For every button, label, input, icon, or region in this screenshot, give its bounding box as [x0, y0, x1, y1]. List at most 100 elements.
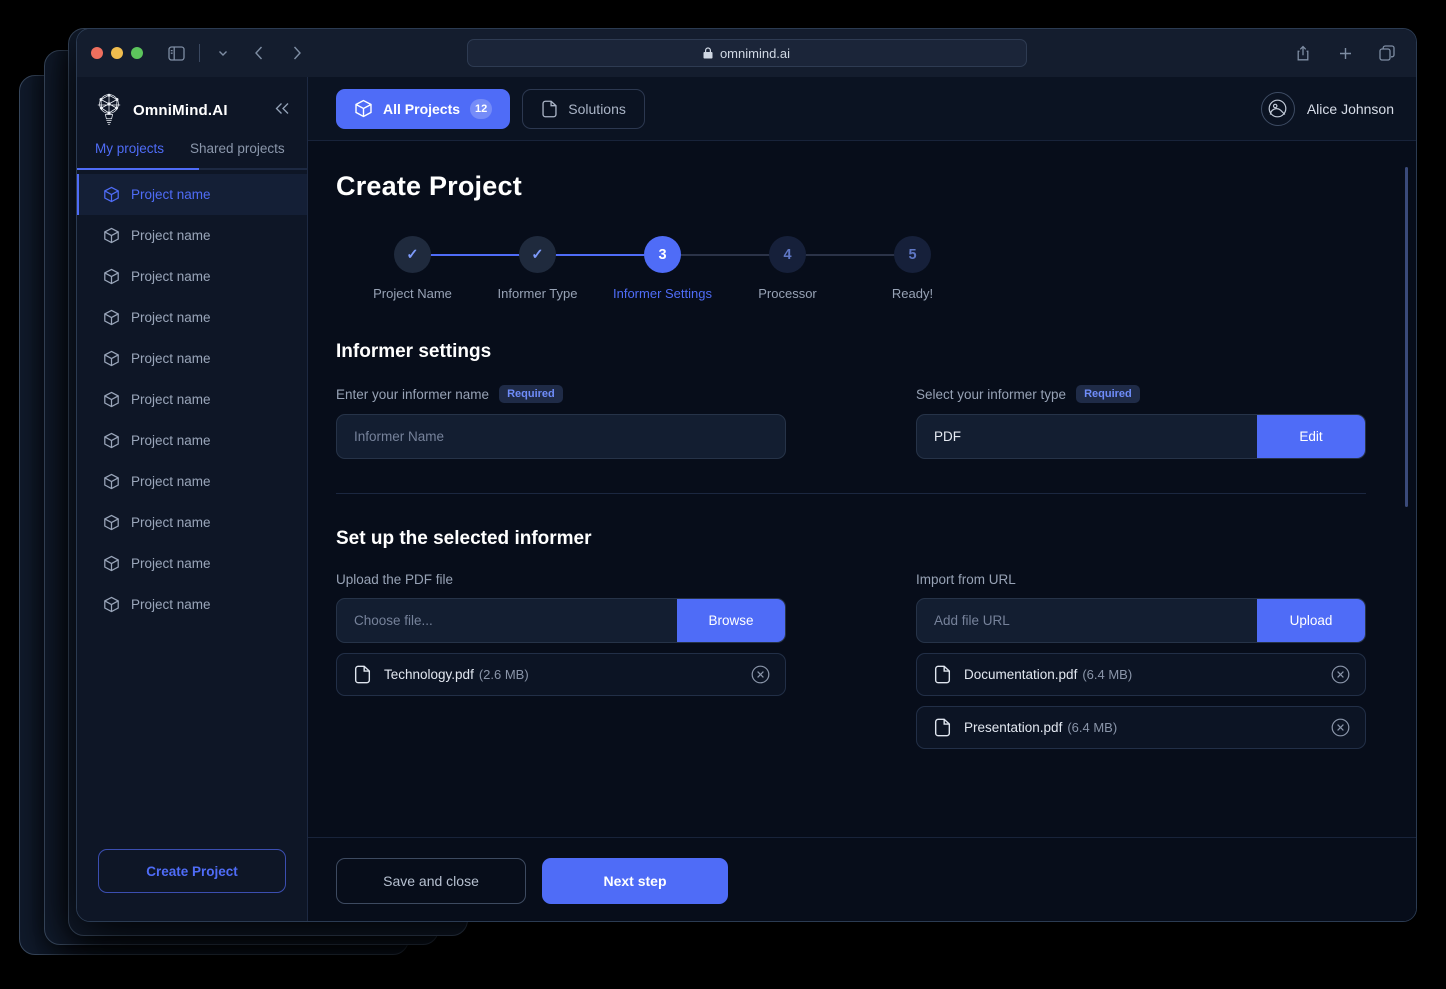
save-and-close-button[interactable]: Save and close	[336, 857, 526, 904]
tab-overview-icon[interactable]	[1376, 42, 1398, 64]
list-item[interactable]: Project name	[77, 256, 307, 297]
step-label: Ready!	[891, 286, 934, 301]
traffic-light-minimize[interactable]	[111, 47, 123, 59]
cube-icon	[354, 99, 373, 118]
sidebar-tab-shared-projects[interactable]: Shared projects	[190, 141, 285, 168]
file-name: Presentation.pdf	[964, 720, 1063, 735]
upload-label: Upload the PDF file	[336, 572, 454, 587]
cube-icon	[103, 555, 120, 572]
cube-icon	[103, 514, 120, 531]
footer-actions: Save and close Next step	[308, 837, 1416, 921]
new-tab-icon[interactable]	[1334, 42, 1356, 64]
list-item[interactable]: Project name	[77, 584, 307, 625]
traffic-light-close[interactable]	[91, 47, 103, 59]
step-informer-type[interactable]: ✓ Informer Type	[475, 236, 663, 301]
file-icon	[934, 665, 951, 684]
list-item: Documentation.pdf (6.4 MB)	[916, 653, 1366, 696]
vertical-scrollbar[interactable]	[1405, 167, 1408, 507]
list-item[interactable]: Project name	[77, 215, 307, 256]
sidebar-tab-my-projects[interactable]: My projects	[95, 141, 164, 168]
step-ready[interactable]: 5 Ready!	[850, 236, 975, 301]
close-circle-icon[interactable]	[751, 665, 770, 684]
step-label: Informer Settings	[613, 286, 712, 301]
import-label: Import from URL	[916, 572, 1016, 587]
list-item[interactable]: Project name	[77, 461, 307, 502]
url-text: omnimind.ai	[719, 45, 791, 61]
informer-name-group: Enter your informer name Required Inform…	[336, 385, 786, 459]
tab-solutions-label: Solutions	[568, 100, 626, 117]
sidebar-toggle-icon[interactable]	[165, 42, 187, 64]
traffic-lights[interactable]	[91, 47, 143, 59]
informer-type-field[interactable]: PDF Edit	[916, 414, 1366, 459]
browse-button[interactable]: Browse	[677, 599, 785, 642]
list-item: Presentation.pdf (6.4 MB)	[916, 706, 1366, 749]
topbar: All Projects 12 Solutions Alice Johnson	[308, 77, 1416, 141]
list-item[interactable]: Project name	[77, 420, 307, 461]
step-processor[interactable]: 4 Processor	[725, 236, 913, 301]
list-item[interactable]: Project name	[77, 502, 307, 543]
browser-toolbar: omnimind.ai	[77, 29, 1416, 77]
forward-arrow-icon[interactable]	[286, 42, 308, 64]
step-project-name[interactable]: ✓ Project Name	[350, 236, 538, 301]
required-badge: Required	[1076, 385, 1140, 403]
list-item[interactable]: Project name	[77, 297, 307, 338]
list-item[interactable]: Project name	[77, 379, 307, 420]
file-icon	[354, 665, 371, 684]
section-divider	[336, 493, 1366, 494]
informer-type-group: Select your informer type Required PDF E…	[916, 385, 1366, 459]
step-label: Informer Type	[497, 286, 578, 301]
lock-icon	[703, 47, 713, 59]
choose-file-input[interactable]: Choose file... Browse	[336, 598, 786, 643]
address-bar[interactable]: omnimind.ai	[466, 39, 1027, 67]
file-url-input[interactable]: Add file URL Upload	[916, 598, 1366, 643]
toolbar-divider	[199, 44, 200, 62]
file-name: Technology.pdf	[384, 667, 474, 682]
close-circle-icon[interactable]	[1331, 718, 1350, 737]
brand-name: OmniMind.AI	[133, 101, 228, 119]
step-label: Processor	[758, 286, 817, 301]
file-size: (6.4 MB)	[1082, 667, 1133, 682]
tab-all-projects-label: All Projects	[383, 100, 461, 117]
list-item-label: Project name	[131, 310, 211, 325]
close-circle-icon[interactable]	[1331, 665, 1350, 684]
project-list: Project name Project name Project name P…	[77, 170, 307, 839]
informer-type-label: Select your informer type	[916, 386, 1067, 402]
tab-solutions[interactable]: Solutions	[522, 88, 645, 129]
share-icon[interactable]	[1292, 42, 1314, 64]
create-project-button[interactable]: Create Project	[98, 849, 286, 893]
upload-button[interactable]: Upload	[1257, 599, 1365, 642]
brand-row: OmniMind.AI	[77, 77, 307, 141]
section-title: Informer settings	[336, 341, 492, 362]
step-circle: 4	[769, 236, 806, 273]
traffic-light-maximize[interactable]	[131, 47, 143, 59]
user-menu[interactable]: Alice Johnson	[1260, 91, 1394, 126]
list-item: Technology.pdf (2.6 MB)	[336, 653, 786, 696]
informer-name-input[interactable]: Informer Name	[336, 414, 786, 459]
list-item[interactable]: Project name	[77, 338, 307, 379]
list-item[interactable]: Project name	[77, 543, 307, 584]
step-informer-settings[interactable]: 3 Informer Settings	[600, 236, 788, 301]
cube-icon	[103, 268, 120, 285]
import-url-group: Import from URL Add file URL Upload Docu…	[916, 572, 1366, 749]
informer-name-label: Enter your informer name	[336, 386, 490, 402]
user-avatar-icon	[1260, 91, 1295, 126]
double-chevron-left-icon[interactable]	[274, 102, 291, 119]
cube-icon	[103, 309, 120, 326]
list-item-label: Project name	[131, 392, 211, 407]
list-item[interactable]: Project name	[77, 174, 307, 215]
content-area: Create Project ✓ Project Name ✓ Informer…	[308, 141, 1416, 837]
page-title: Create Project	[336, 171, 522, 201]
main-column: All Projects 12 Solutions Alice Johnson …	[308, 77, 1416, 921]
informer-type-value: PDF	[934, 429, 961, 444]
back-arrow-icon[interactable]	[248, 42, 270, 64]
next-step-button[interactable]: Next step	[542, 857, 728, 904]
lightbulb-network-icon	[95, 93, 123, 127]
file-name: Documentation.pdf	[964, 667, 1078, 682]
chevron-down-icon[interactable]	[212, 42, 234, 64]
sidebar-tabs-underline	[77, 168, 307, 170]
stepper: ✓ Project Name ✓ Informer Type 3 Informe…	[350, 236, 1366, 301]
edit-button[interactable]: Edit	[1257, 415, 1365, 458]
tab-all-projects[interactable]: All Projects 12	[336, 88, 511, 129]
browser-window: omnimind.ai OmniMind.AI My projects Shar…	[76, 28, 1417, 922]
step-circle: 3	[644, 236, 681, 273]
